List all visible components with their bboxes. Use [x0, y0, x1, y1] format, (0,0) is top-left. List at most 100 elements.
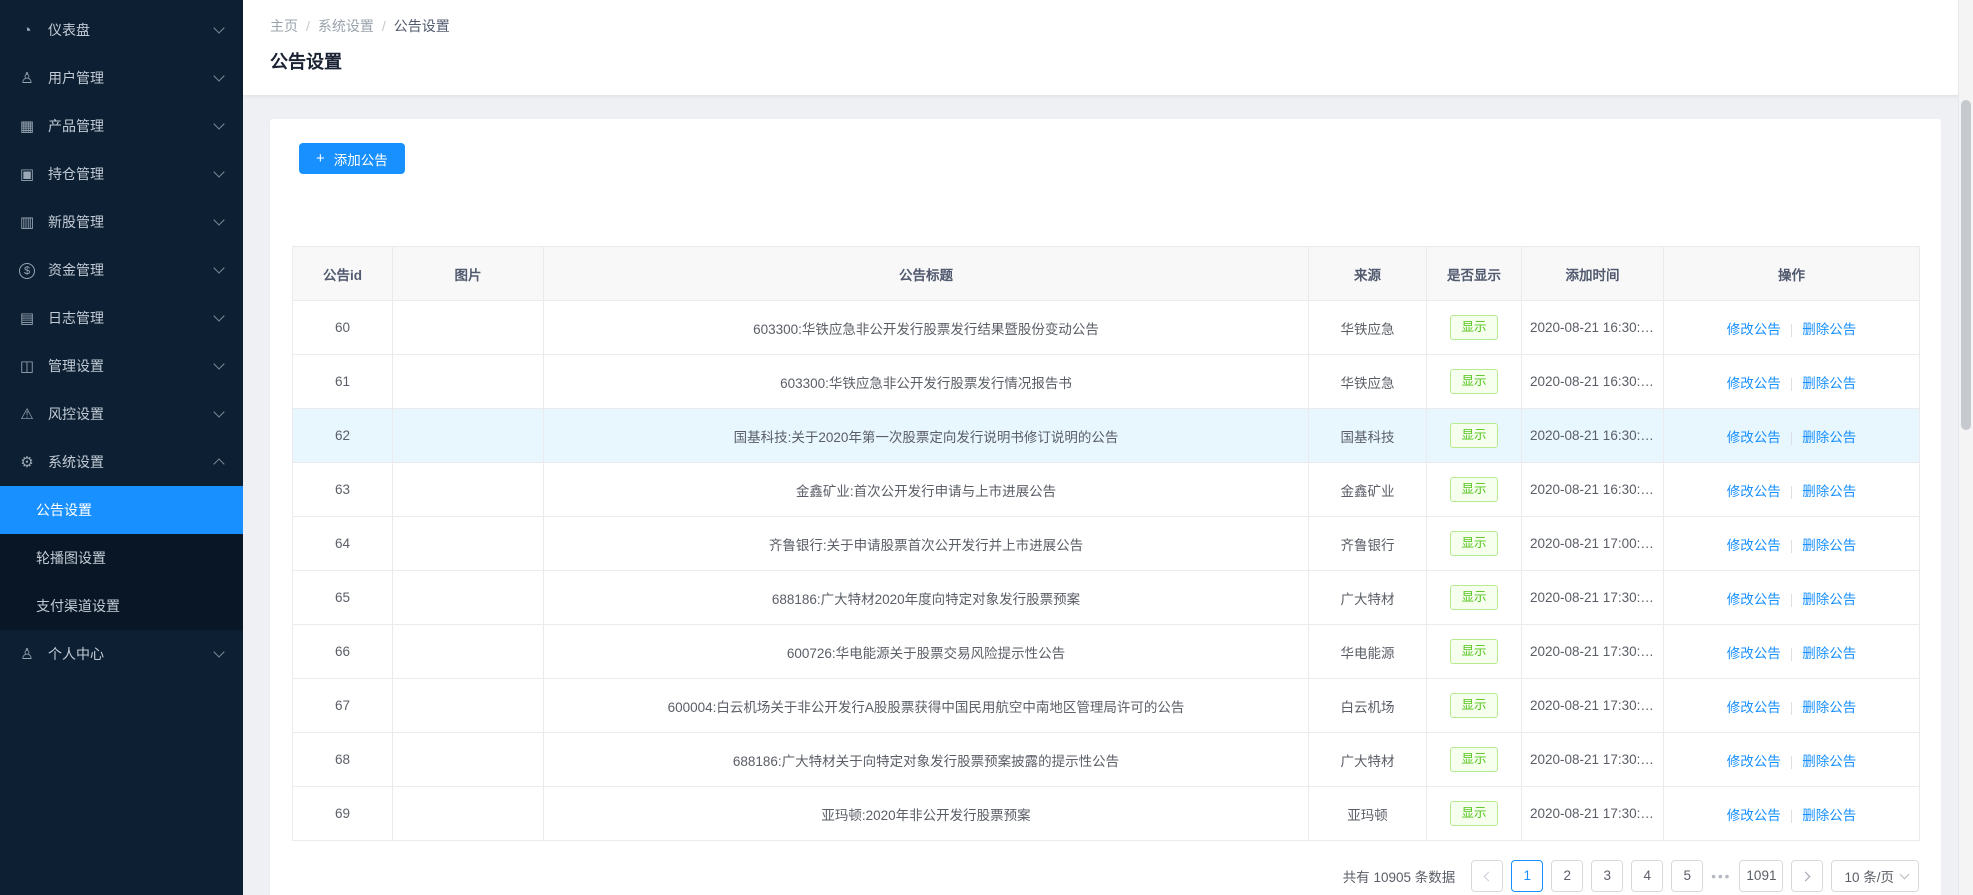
cell-image	[393, 733, 544, 787]
action-divider: |	[1790, 592, 1794, 607]
sidebar-subitem-announcement-settings[interactable]: 公告设置	[0, 486, 243, 534]
add-announcement-button[interactable]: + 添加公告	[299, 143, 405, 174]
table-row: 66 600726:华电能源关于股票交易风险提示性公告 华电能源 显示 2020…	[293, 625, 1920, 679]
cell-source: 华铁应急	[1309, 355, 1427, 409]
money-icon: $	[14, 261, 40, 279]
cell-visible: 显示	[1427, 517, 1522, 571]
edit-announcement-link[interactable]: 修改公告	[1727, 376, 1781, 391]
scrollbar-thumb[interactable]	[1961, 100, 1971, 430]
edit-announcement-link[interactable]: 修改公告	[1727, 700, 1781, 715]
breadcrumb-system-settings[interactable]: 系统设置	[318, 16, 374, 36]
edit-announcement-link[interactable]: 修改公告	[1727, 484, 1781, 499]
cell-image	[393, 355, 544, 409]
sidebar-subitem-label: 公告设置	[36, 500, 92, 520]
sidebar-item-personal-center[interactable]: ♙ 个人中心	[0, 630, 243, 678]
prev-page-button[interactable]	[1471, 860, 1503, 892]
content-area: + 添加公告 公告id 图片 公告标题 来源 是否显示 添加时间 操作	[243, 95, 1973, 895]
delete-announcement-link[interactable]: 删除公告	[1802, 754, 1856, 769]
sidebar-item-logs[interactable]: ▤ 日志管理	[0, 294, 243, 342]
user-icon: ♙	[14, 69, 40, 87]
delete-announcement-link[interactable]: 删除公告	[1802, 538, 1856, 553]
chevron-right-icon	[1801, 871, 1811, 881]
col-header-title: 公告标题	[544, 247, 1309, 301]
page-button-4[interactable]: 4	[1631, 860, 1663, 892]
log-icon: ▤	[14, 309, 40, 327]
delete-announcement-link[interactable]: 删除公告	[1802, 592, 1856, 607]
delete-announcement-link[interactable]: 删除公告	[1802, 376, 1856, 391]
cell-id: 65	[293, 571, 393, 625]
page-button-3[interactable]: 3	[1591, 860, 1623, 892]
edit-announcement-link[interactable]: 修改公告	[1727, 754, 1781, 769]
cell-title: 600004:白云机场关于非公开发行A股股票获得中国民用航空中南地区管理局许可的…	[544, 679, 1309, 733]
sidebar-item-admin-settings[interactable]: ◫ 管理设置	[0, 342, 243, 390]
edit-announcement-link[interactable]: 修改公告	[1727, 592, 1781, 607]
pagination-ellipsis[interactable]: •••	[1711, 869, 1731, 884]
sidebar-item-dashboard[interactable]: ◔ 仪表盘	[0, 6, 243, 54]
sidebar-item-users[interactable]: ♙ 用户管理	[0, 54, 243, 102]
delete-announcement-link[interactable]: 删除公告	[1802, 808, 1856, 823]
sidebar-item-system-settings[interactable]: ⚙ 系统设置	[0, 438, 243, 486]
sidebar-subitem-label: 轮播图设置	[36, 548, 106, 568]
cell-source: 广大特材	[1309, 733, 1427, 787]
cell-actions: 修改公告|删除公告	[1664, 301, 1920, 355]
action-divider: |	[1790, 754, 1794, 769]
cell-source: 华铁应急	[1309, 301, 1427, 355]
cell-title: 603300:华铁应急非公开发行股票发行结果暨股份变动公告	[544, 301, 1309, 355]
cell-actions: 修改公告|删除公告	[1664, 463, 1920, 517]
chevron-up-icon	[213, 458, 224, 469]
cell-actions: 修改公告|删除公告	[1664, 409, 1920, 463]
cell-image	[393, 571, 544, 625]
sidebar-item-positions[interactable]: ▣ 持仓管理	[0, 150, 243, 198]
page-button-5[interactable]: 5	[1671, 860, 1703, 892]
cell-source: 白云机场	[1309, 679, 1427, 733]
sidebar-item-risk-settings[interactable]: ⚠ 风控设置	[0, 390, 243, 438]
cell-time: 2020-08-21 16:30:00	[1522, 355, 1664, 409]
delete-announcement-link[interactable]: 删除公告	[1802, 700, 1856, 715]
status-badge: 显示	[1450, 423, 1497, 447]
cell-source: 华电能源	[1309, 625, 1427, 679]
cell-visible: 显示	[1427, 571, 1522, 625]
chevron-left-icon	[1484, 871, 1494, 881]
delete-announcement-link[interactable]: 删除公告	[1802, 646, 1856, 661]
sidebar-subitem-payment-channel-settings[interactable]: 支付渠道设置	[0, 582, 243, 630]
vertical-scrollbar[interactable]	[1958, 0, 1973, 895]
chevron-down-icon	[213, 646, 224, 657]
col-header-source: 来源	[1309, 247, 1427, 301]
col-header-id: 公告id	[293, 247, 393, 301]
sidebar-item-label: 个人中心	[48, 644, 215, 664]
edit-announcement-link[interactable]: 修改公告	[1727, 646, 1781, 661]
action-divider: |	[1790, 808, 1794, 823]
sidebar-item-funds[interactable]: $ 资金管理	[0, 246, 243, 294]
page-button-2[interactable]: 2	[1551, 860, 1583, 892]
gear-icon: ⚙	[14, 453, 40, 471]
edit-announcement-link[interactable]: 修改公告	[1727, 538, 1781, 553]
delete-announcement-link[interactable]: 删除公告	[1802, 484, 1856, 499]
page-size-select[interactable]: 10 条/页	[1831, 860, 1919, 892]
cell-actions: 修改公告 | 删除公告	[1664, 787, 1920, 841]
cell-id: 63	[293, 463, 393, 517]
sidebar-item-products[interactable]: ▦ 产品管理	[0, 102, 243, 150]
cell-image	[393, 301, 544, 355]
cell-visible: 显示	[1427, 355, 1522, 409]
next-page-button[interactable]	[1791, 860, 1823, 892]
edit-announcement-link[interactable]: 修改公告	[1727, 430, 1781, 445]
system-settings-submenu: 公告设置 轮播图设置 支付渠道设置	[0, 486, 243, 630]
cell-time: 2020-08-21 16:30:00	[1522, 463, 1664, 517]
page-title: 公告设置	[270, 48, 1973, 74]
dashboard-icon: ◔	[14, 22, 40, 39]
chevron-down-icon	[1900, 870, 1910, 880]
page-button-last[interactable]: 1091	[1739, 860, 1783, 892]
edit-announcement-link[interactable]: 修改公告	[1727, 808, 1781, 823]
sidebar-item-new-stock[interactable]: ▥ 新股管理	[0, 198, 243, 246]
risk-warning-icon: ⚠	[14, 405, 40, 423]
cell-title: 688186:广大特材2020年度向特定对象发行股票预案	[544, 571, 1309, 625]
sidebar-subitem-carousel-settings[interactable]: 轮播图设置	[0, 534, 243, 582]
delete-announcement-link[interactable]: 删除公告	[1802, 430, 1856, 445]
breadcrumb-current: 公告设置	[394, 16, 450, 36]
breadcrumb-home[interactable]: 主页	[270, 16, 298, 36]
status-badge: 显示	[1450, 747, 1497, 771]
edit-announcement-link[interactable]: 修改公告	[1727, 322, 1781, 337]
delete-announcement-link[interactable]: 删除公告	[1802, 322, 1856, 337]
cell-image	[393, 787, 544, 841]
page-button-1[interactable]: 1	[1511, 860, 1543, 892]
